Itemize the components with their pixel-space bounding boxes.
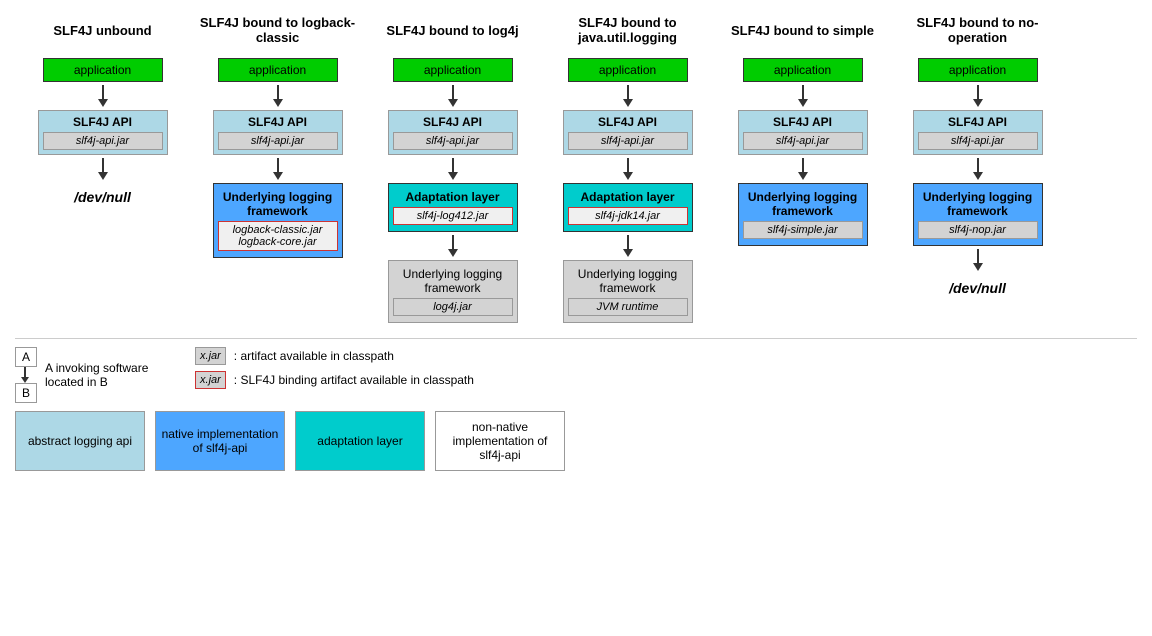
col-title-log4j: SLF4J bound to log4j [386, 10, 518, 50]
invoke-box-b: B [15, 383, 37, 403]
adaptation-jul-title: Adaptation layer [568, 190, 688, 204]
slf4j-api-jar-unbound: slf4j-api.jar [43, 132, 163, 150]
slf4j-api-simple: SLF4J API slf4j-api.jar [738, 110, 868, 155]
underlying-nop-title: Underlying logging framework [918, 190, 1038, 218]
slf4j-api-title-simple: SLF4J API [773, 115, 832, 129]
app-box-jul: application [568, 58, 688, 82]
underlying-log4j: Underlying logging framework log4j.jar [388, 260, 518, 323]
app-box-nop: application [918, 58, 1038, 82]
slf4j-api-title-nop: SLF4J API [948, 115, 1007, 129]
slf4j-api-jar-simple: slf4j-api.jar [743, 132, 863, 150]
legend-native: native implementation of slf4j-api [155, 411, 285, 471]
slf4j-api-title-unbound: SLF4J API [73, 115, 132, 129]
underlying-jul-jar: JVM runtime [568, 298, 688, 316]
jar-binding-legend: x.jar : SLF4J binding artifact available… [195, 371, 474, 389]
slf4j-api-unbound: SLF4J API slf4j-api.jar [38, 110, 168, 155]
arrow-jul-1 [623, 85, 633, 107]
column-logback: SLF4J bound to logback-classic applicati… [190, 10, 365, 258]
adaptation-log4j-title: Adaptation layer [393, 190, 513, 204]
underlying-simple-jar: slf4j-simple.jar [743, 221, 863, 239]
underlying-logback: Underlying logging framework logback-cla… [213, 183, 343, 258]
legend-nonnative-label: non-native implementation of slf4j-api [440, 420, 560, 462]
legend-adaptation: adaptation layer [295, 411, 425, 471]
column-simple: SLF4J bound to simple application SLF4J … [715, 10, 890, 246]
slf4j-api-log4j: SLF4J API slf4j-api.jar [388, 110, 518, 155]
app-box-log4j: application [393, 58, 513, 82]
app-box-logback: application [218, 58, 338, 82]
slf4j-api-jar-jul: slf4j-api.jar [568, 132, 688, 150]
arrow-logback-2 [273, 158, 283, 180]
arrow-logback-1 [273, 85, 283, 107]
arrow-simple-2 [798, 158, 808, 180]
jar-artifact-label: x.jar [195, 347, 226, 365]
slf4j-api-logback: SLF4J API slf4j-api.jar [213, 110, 343, 155]
col-title-jul: SLF4J bound to java.util.logging [540, 10, 715, 50]
arrow-nop-1 [973, 85, 983, 107]
jar-binding-desc: : SLF4J binding artifact available in cl… [234, 373, 474, 387]
column-nop: SLF4J bound to no-operation application … [890, 10, 1065, 302]
underlying-log4j-jar: log4j.jar [393, 298, 513, 316]
devnull-unbound: /dev/null [74, 189, 131, 205]
underlying-nop-jar: slf4j-nop.jar [918, 221, 1038, 239]
adaptation-jul-jar: slf4j-jdk14.jar [568, 207, 688, 225]
jar-artifact-desc: : artifact available in classpath [234, 349, 394, 363]
col-title-simple: SLF4J bound to simple [731, 10, 874, 50]
col-title-nop: SLF4J bound to no-operation [890, 10, 1065, 50]
underlying-logback-title: Underlying logging framework [218, 190, 338, 218]
app-box-simple: application [743, 58, 863, 82]
arrow-jul-2 [623, 158, 633, 180]
underlying-jul-title: Underlying logging framework [568, 267, 688, 295]
invoke-section: A B A invoking software located in B [15, 347, 165, 403]
arrow-simple-1 [798, 85, 808, 107]
slf4j-api-title-jul: SLF4J API [598, 115, 657, 129]
jar-binding-label: x.jar [195, 371, 226, 389]
underlying-jul: Underlying logging framework JVM runtime [563, 260, 693, 323]
arrow-unbound-1 [98, 85, 108, 107]
slf4j-api-jar-logback: slf4j-api.jar [218, 132, 338, 150]
arrow-nop-2 [973, 158, 983, 180]
main-container: SLF4J unbound application SLF4J API slf4… [0, 0, 1152, 481]
slf4j-api-jul: SLF4J API slf4j-api.jar [563, 110, 693, 155]
legend-abstract-label: abstract logging api [28, 434, 132, 448]
legend-area: A B A invoking software located in B x.j… [15, 338, 1137, 471]
underlying-nop: Underlying logging framework slf4j-nop.j… [913, 183, 1043, 246]
legend-native-label: native implementation of slf4j-api [160, 427, 280, 455]
jar-artifact-legend: x.jar : artifact available in classpath [195, 347, 474, 365]
legend-adaptation-label: adaptation layer [317, 434, 402, 448]
column-unbound: SLF4J unbound application SLF4J API slf4… [15, 10, 190, 211]
jar-legends: x.jar : artifact available in classpath … [195, 347, 474, 389]
invoke-box-a: A [15, 347, 37, 367]
diagram-area: SLF4J unbound application SLF4J API slf4… [15, 10, 1137, 323]
col-title-unbound: SLF4J unbound [53, 10, 151, 50]
legend-abstract: abstract logging api [15, 411, 145, 471]
arrow-log4j-2 [448, 158, 458, 180]
underlying-simple: Underlying logging framework slf4j-simpl… [738, 183, 868, 246]
adaptation-jul: Adaptation layer slf4j-jdk14.jar [563, 183, 693, 232]
legend-nonnative: non-native implementation of slf4j-api [435, 411, 565, 471]
underlying-log4j-title: Underlying logging framework [393, 267, 513, 295]
column-log4j: SLF4J bound to log4j application SLF4J A… [365, 10, 540, 323]
underlying-simple-title: Underlying logging framework [743, 190, 863, 218]
col-title-logback: SLF4J bound to logback-classic [190, 10, 365, 50]
slf4j-api-title-logback: SLF4J API [248, 115, 307, 129]
arrow-log4j-3 [448, 235, 458, 257]
arrow-log4j-1 [448, 85, 458, 107]
adaptation-log4j-jar: slf4j-log412.jar [393, 207, 513, 225]
column-jul: SLF4J bound to java.util.logging applica… [540, 10, 715, 323]
slf4j-api-title-log4j: SLF4J API [423, 115, 482, 129]
slf4j-api-nop: SLF4J API slf4j-api.jar [913, 110, 1043, 155]
arrow-nop-3 [973, 249, 983, 271]
slf4j-api-jar-log4j: slf4j-api.jar [393, 132, 513, 150]
invoke-diagram: A B [15, 347, 37, 403]
slf4j-api-jar-nop: slf4j-api.jar [918, 132, 1038, 150]
devnull-nop: /dev/null [949, 280, 1006, 296]
invoke-desc: A invoking software located in B [45, 361, 165, 389]
adaptation-log4j: Adaptation layer slf4j-log412.jar [388, 183, 518, 232]
underlying-logback-jar: logback-classic.jar logback-core.jar [218, 221, 338, 251]
color-legend: abstract logging api native implementati… [15, 411, 1137, 471]
arrow-jul-3 [623, 235, 633, 257]
app-box-unbound: application [43, 58, 163, 82]
arrow-unbound-2 [98, 158, 108, 180]
